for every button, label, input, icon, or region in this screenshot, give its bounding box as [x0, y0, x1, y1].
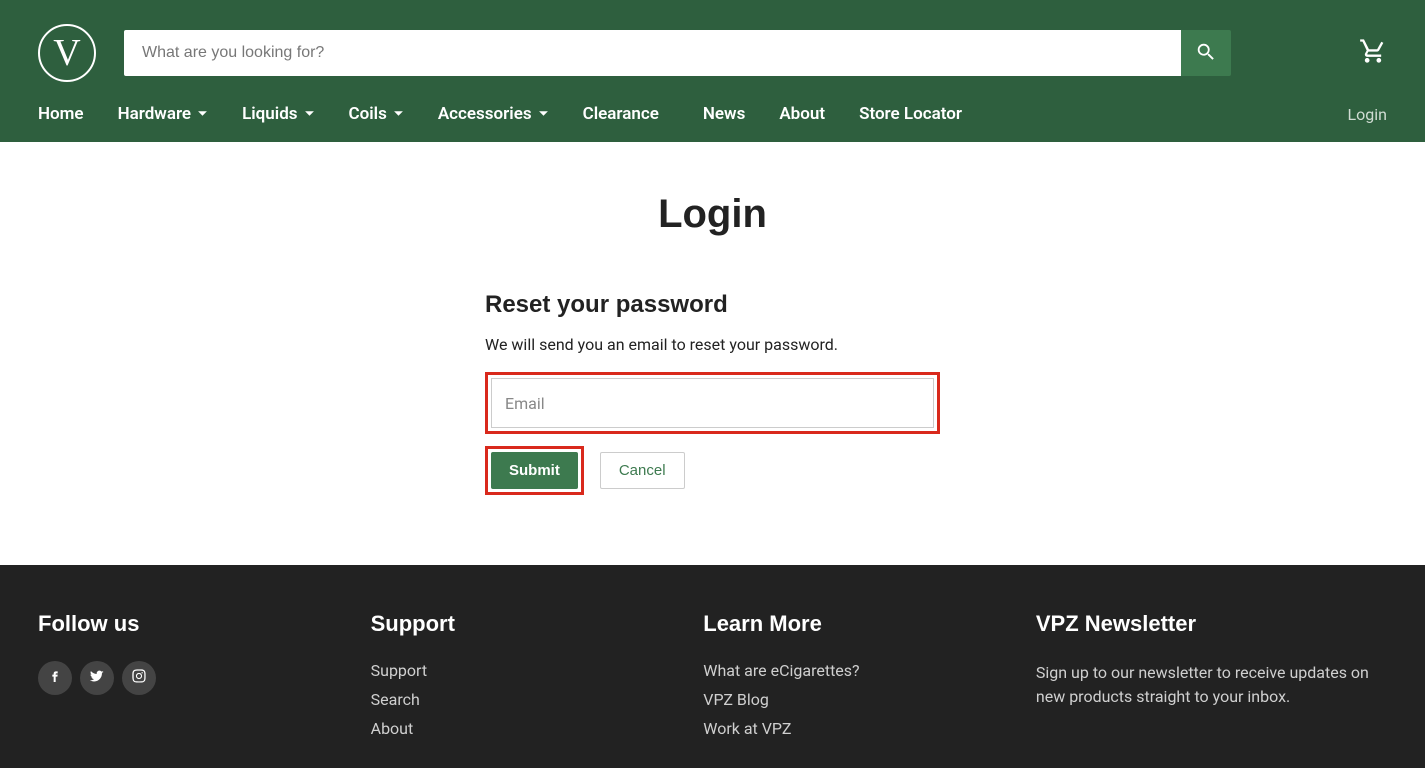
footer-link[interactable]: VPZ Blog — [703, 690, 996, 709]
twitter-icon — [89, 668, 105, 688]
facebook-icon — [47, 668, 63, 688]
submit-button[interactable]: Submit — [491, 452, 578, 489]
form-description: We will send you an email to reset your … — [485, 335, 940, 354]
nav-label: Store Locator — [859, 104, 962, 124]
nav-news[interactable]: News — [703, 104, 745, 124]
nav-label: Hardware — [118, 104, 192, 124]
reset-form: Reset your password We will send you an … — [485, 291, 940, 495]
footer-link[interactable]: Support — [371, 661, 664, 680]
nav-label: About — [779, 104, 825, 124]
footer-learn-title: Learn More — [703, 611, 996, 637]
nav-left: Home Hardware Liquids Coils Accessories … — [38, 104, 962, 124]
footer-newsletter: VPZ Newsletter Sign up to our newsletter… — [1036, 611, 1387, 748]
logo[interactable]: V — [38, 24, 96, 82]
search-icon — [1195, 41, 1217, 66]
chevron-down-icon — [304, 104, 315, 124]
chevron-down-icon — [393, 104, 404, 124]
nav-about[interactable]: About — [779, 104, 825, 124]
footer-support-title: Support — [371, 611, 664, 637]
form-subtitle: Reset your password — [485, 291, 940, 319]
nav-hardware[interactable]: Hardware — [118, 104, 209, 124]
footer-follow-title: Follow us — [38, 611, 331, 637]
nav-liquids[interactable]: Liquids — [242, 104, 314, 124]
nav-coils[interactable]: Coils — [349, 104, 404, 124]
cancel-button[interactable]: Cancel — [600, 452, 685, 489]
nav-label: Liquids — [242, 104, 297, 124]
header-top: V — [38, 24, 1387, 82]
footer-support: Support Support Search About — [371, 611, 664, 748]
highlight-submit: Submit — [485, 446, 584, 495]
footer: Follow us Support Support Search About L… — [0, 565, 1425, 768]
chevron-down-icon — [538, 104, 549, 124]
main-nav: Home Hardware Liquids Coils Accessories … — [38, 82, 1387, 142]
search-button[interactable] — [1181, 30, 1231, 76]
button-row: Submit Cancel — [485, 446, 940, 495]
facebook-link[interactable] — [38, 661, 72, 695]
support-links: Support Search About — [371, 661, 664, 738]
footer-follow: Follow us — [38, 611, 331, 748]
twitter-link[interactable] — [80, 661, 114, 695]
footer-learn: Learn More What are eCigarettes? VPZ Blo… — [703, 611, 996, 748]
nav-home[interactable]: Home — [38, 104, 84, 124]
page-title: Login — [38, 192, 1387, 237]
nav-label: Coils — [349, 104, 387, 124]
nav-accessories[interactable]: Accessories — [438, 104, 549, 124]
learn-links: What are eCigarettes? VPZ Blog Work at V… — [703, 661, 996, 738]
search-wrap — [124, 30, 1231, 76]
nav-clearance[interactable]: Clearance — [583, 104, 659, 124]
nav-label: News — [703, 104, 745, 124]
newsletter-description: Sign up to our newsletter to receive upd… — [1036, 661, 1387, 709]
email-field-wrap: Email — [491, 378, 934, 428]
nav-label: Clearance — [583, 104, 659, 124]
footer-link[interactable]: What are eCigarettes? — [703, 661, 996, 680]
nav-login[interactable]: Login — [1348, 105, 1387, 124]
instagram-icon — [131, 668, 147, 688]
email-input[interactable] — [491, 378, 934, 428]
footer-columns: Follow us Support Support Search About L… — [38, 611, 1387, 748]
header: V Home Hardware Liquids Coils Accessorie… — [0, 0, 1425, 142]
highlight-email: Email — [485, 372, 940, 434]
nav-label: Home — [38, 104, 84, 124]
footer-link[interactable]: Search — [371, 690, 664, 709]
cart-icon — [1359, 50, 1387, 69]
main-content: Login Reset your password We will send y… — [0, 142, 1425, 565]
footer-link[interactable]: About — [371, 719, 664, 738]
instagram-link[interactable] — [122, 661, 156, 695]
social-icons — [38, 661, 331, 695]
chevron-down-icon — [197, 104, 208, 124]
nav-store-locator[interactable]: Store Locator — [859, 104, 962, 124]
footer-news-title: VPZ Newsletter — [1036, 611, 1387, 637]
cart-button[interactable] — [1359, 37, 1387, 69]
footer-link[interactable]: Work at VPZ — [703, 719, 996, 738]
search-input[interactable] — [124, 30, 1181, 76]
nav-label: Accessories — [438, 104, 532, 124]
